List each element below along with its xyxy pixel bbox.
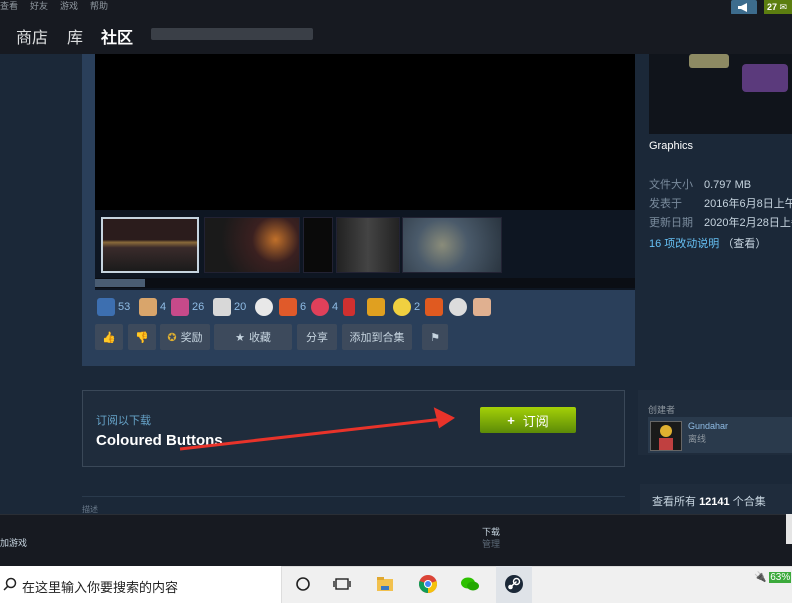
preview-art-1 [689, 54, 729, 68]
collections-link[interactable]: 查看所有 12141 个合集 [652, 493, 766, 509]
menu-item-games[interactable]: 游戏 [60, 0, 78, 14]
changelog-view-link[interactable]: （查看） [722, 238, 766, 250]
medal-icon: ✪ [167, 331, 177, 344]
awards-row: 53 4 26 20 6 4 2 [95, 296, 515, 320]
subscribe-button[interactable]: + 订阅 [480, 407, 576, 433]
nav-library[interactable]: 库 [67, 24, 83, 48]
award-icon [171, 298, 189, 316]
file-explorer-icon[interactable] [374, 573, 396, 595]
subscribe-hint: 订阅以下载 [96, 415, 151, 427]
award-icon [213, 298, 231, 316]
cortana-icon[interactable] [292, 573, 314, 595]
item-preview-image[interactable] [649, 54, 792, 134]
plug-icon: 🔌 [754, 572, 767, 583]
downloads-manage-label: 管理 [482, 539, 501, 549]
favorite-button[interactable]: ★ 收藏 [214, 324, 292, 350]
changelog-row: 16 项改动说明 （查看） [649, 235, 766, 251]
avatar[interactable] [650, 421, 682, 451]
award-icon [367, 298, 385, 316]
thumbs-down-icon: 👎 [135, 331, 149, 344]
award-icon [279, 298, 297, 316]
main-nav: 商店 库 社区 [0, 14, 792, 54]
thumbnail-scrollbar[interactable] [95, 278, 635, 288]
search-icon [3, 577, 17, 591]
creator-avatar-icon [651, 422, 681, 450]
thumbnail-2[interactable] [204, 217, 300, 273]
megaphone-icon [738, 3, 747, 12]
award-7[interactable]: 4 [311, 296, 338, 318]
award-10[interactable]: 2 [393, 296, 420, 318]
notification-badge[interactable]: 27 ✉ [764, 0, 792, 15]
award-13[interactable] [473, 296, 491, 318]
thumbnail-3[interactable] [303, 217, 333, 273]
award-9[interactable] [367, 296, 385, 318]
award-icon [343, 298, 355, 316]
info-row-size: 文件大小 0.797 MB [649, 179, 752, 191]
nav-username-blurred[interactable] [151, 28, 313, 40]
award-button[interactable]: ✪ 奖励 [160, 324, 210, 350]
steam-icon[interactable] [503, 573, 525, 595]
announce-button[interactable] [731, 0, 757, 15]
creator-status: 离线 [688, 434, 707, 444]
mail-icon: ✉ [779, 2, 788, 12]
award-4[interactable]: 20 [213, 296, 246, 318]
award-icon [425, 298, 443, 316]
top-menu: 查看 好友 游戏 帮助 [0, 0, 792, 14]
creator-name[interactable]: Gundahar [688, 421, 728, 431]
award-icon [97, 298, 115, 316]
search-input[interactable]: 在这里输入你要搜索的内容 [22, 577, 178, 596]
award-icon [393, 298, 411, 316]
thumbnail-scrollbar-thumb[interactable] [95, 279, 145, 287]
award-11[interactable] [425, 296, 443, 318]
award-12[interactable] [449, 296, 467, 318]
battery-indicator[interactable]: 🔌 63% [754, 572, 792, 594]
thumbs-up-button[interactable]: 👍 [95, 324, 123, 350]
media-viewer[interactable] [95, 54, 635, 210]
add-to-collection-button[interactable]: 添加到合集 [342, 324, 412, 350]
thumbs-up-icon: 👍 [102, 331, 116, 344]
notification-count: 27 [767, 2, 778, 12]
award-1[interactable]: 53 [97, 296, 130, 318]
steam-bottom-bar [0, 514, 792, 566]
menu-item-view[interactable]: 查看 [0, 0, 18, 14]
menu-item-help[interactable]: 帮助 [90, 0, 108, 14]
award-icon [449, 298, 467, 316]
friends-chat-panel[interactable] [786, 514, 792, 544]
creators-label: 创建者 [648, 405, 676, 415]
award-icon [473, 298, 491, 316]
flag-icon: ⚑ [430, 331, 440, 344]
award-icon [255, 298, 273, 316]
award-2[interactable]: 4 [139, 296, 166, 318]
add-game-button[interactable]: 加游戏 [0, 536, 27, 549]
preview-art-2 [742, 64, 788, 92]
section-divider [82, 496, 625, 497]
info-row-posted: 发表于 2016年6月8日上午 [649, 198, 792, 210]
thumbs-down-button[interactable]: 👎 [128, 324, 156, 350]
thumbnail-4[interactable] [336, 217, 400, 273]
award-icon [311, 298, 329, 316]
wechat-icon[interactable] [459, 573, 481, 595]
award-5[interactable] [255, 296, 273, 318]
plus-icon: + [507, 412, 515, 428]
item-tag[interactable]: Graphics [649, 140, 693, 152]
thumbnail-5[interactable] [402, 217, 502, 273]
share-button[interactable]: 分享 [297, 324, 337, 350]
award-3[interactable]: 26 [171, 296, 204, 318]
thumbnail-1[interactable] [101, 217, 199, 273]
item-title: Coloured Buttons [96, 432, 223, 449]
task-view-icon[interactable] [331, 573, 353, 595]
nav-community[interactable]: 社区 [101, 24, 133, 48]
changelog-link[interactable]: 16 项改动说明 [649, 238, 719, 250]
award-6[interactable]: 6 [279, 296, 306, 318]
nav-store[interactable]: 商店 [16, 24, 48, 48]
star-icon: ★ [235, 331, 245, 344]
award-8[interactable] [343, 296, 355, 318]
chrome-icon[interactable] [417, 573, 439, 595]
report-button[interactable]: ⚑ [422, 324, 448, 350]
info-row-updated: 更新日期2020年2月28日上午 [649, 217, 792, 229]
award-icon [139, 298, 157, 316]
menu-item-friends[interactable]: 好友 [30, 0, 48, 14]
